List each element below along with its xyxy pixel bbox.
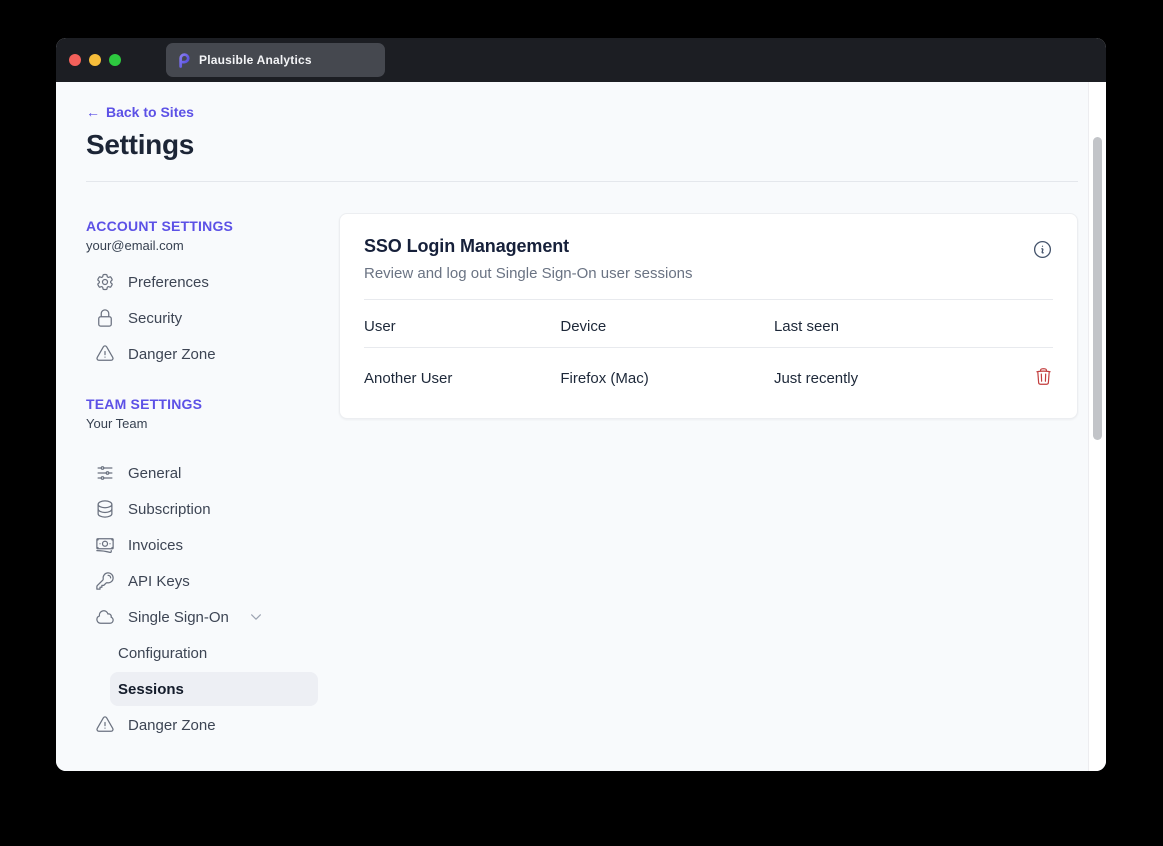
sso-login-management-panel: SSO Login Management Review and log out … (339, 213, 1078, 419)
back-arrow-icon: ← (86, 104, 100, 120)
account-email: your@email.com (86, 238, 318, 253)
column-header-actions (1013, 300, 1053, 348)
scrollbar-thumb[interactable] (1093, 137, 1102, 440)
lock-icon (95, 308, 115, 328)
session-user-cell: Another User (364, 348, 560, 393)
account-settings-heading: ACCOUNT SETTINGS (86, 218, 318, 234)
team-settings-nav: General Subscription (86, 455, 318, 743)
settings-page: ← Back to Sites Settings ACCOUNT SETTING… (56, 82, 1088, 771)
browser-window: Plausible Analytics ← Back to Sites Sett… (56, 38, 1106, 771)
session-last-seen-cell: Just recently (774, 348, 1013, 393)
table-header-row: User Device Last seen (364, 300, 1053, 348)
browser-titlebar: Plausible Analytics (56, 38, 1106, 82)
sidebar-item-danger-zone-team[interactable]: Danger Zone (86, 707, 318, 743)
delete-session-button[interactable] (1034, 367, 1053, 386)
sidebar-item-sso-sessions[interactable]: Sessions (110, 672, 318, 706)
sidebar-item-sso-configuration[interactable]: Configuration (110, 635, 318, 671)
sidebar-item-label: Invoices (128, 537, 183, 554)
warning-triangle-icon (95, 715, 115, 735)
sidebar-item-security[interactable]: Security (86, 300, 318, 336)
sidebar-item-label: Danger Zone (128, 717, 216, 734)
sidebar-item-invoices[interactable]: Invoices (86, 527, 318, 563)
back-link-label: Back to Sites (106, 104, 194, 120)
sidebar-item-general[interactable]: General (86, 455, 318, 491)
key-icon (95, 571, 115, 591)
sidebar-item-label: General (128, 465, 181, 482)
close-window-button[interactable] (69, 54, 81, 66)
panel-subtitle: Review and log out Single Sign-On user s… (364, 265, 693, 282)
panel-title: SSO Login Management (364, 236, 693, 257)
page-title: Settings (86, 129, 1078, 161)
banknotes-icon (95, 535, 115, 555)
sidebar-item-label: Single Sign-On (128, 609, 229, 626)
sidebar-item-label: Security (128, 310, 182, 327)
sidebar-item-label: Configuration (118, 645, 207, 662)
sidebar-item-label: Danger Zone (128, 346, 216, 363)
session-device-cell: Firefox (Mac) (560, 348, 774, 393)
sidebar-item-label: Sessions (118, 681, 184, 698)
tab-title: Plausible Analytics (199, 53, 312, 67)
team-name: Your Team (86, 416, 318, 431)
window-controls (69, 54, 121, 66)
sso-sessions-table: User Device Last seen Another User Firef… (364, 300, 1053, 392)
gear-icon (95, 272, 115, 292)
sidebar-item-label: Preferences (128, 274, 209, 291)
column-header-device: Device (560, 300, 774, 348)
zoom-window-button[interactable] (109, 54, 121, 66)
table-row: Another User Firefox (Mac) Just recently (364, 348, 1053, 393)
minimize-window-button[interactable] (89, 54, 101, 66)
info-button[interactable] (1032, 239, 1053, 260)
cloud-icon (95, 607, 115, 627)
sidebar-item-danger-zone-account[interactable]: Danger Zone (86, 336, 318, 372)
plausible-logo-icon (176, 53, 191, 68)
sidebar-item-single-sign-on[interactable]: Single Sign-On (86, 599, 318, 635)
browser-tab[interactable]: Plausible Analytics (166, 43, 385, 77)
circle-stack-icon (95, 499, 115, 519)
team-settings-heading: TEAM SETTINGS (86, 396, 318, 412)
back-to-sites-link[interactable]: ← Back to Sites (86, 104, 194, 120)
sidebar-item-api-keys[interactable]: API Keys (86, 563, 318, 599)
column-header-last-seen: Last seen (774, 300, 1013, 348)
sidebar-item-subscription[interactable]: Subscription (86, 491, 318, 527)
adjustments-icon (95, 463, 115, 483)
sidebar-item-label: API Keys (128, 573, 190, 590)
scrollbar-track[interactable] (1088, 82, 1106, 771)
sidebar-item-label: Subscription (128, 501, 211, 518)
info-icon (1032, 239, 1053, 260)
page-header: ← Back to Sites Settings (56, 82, 1088, 161)
column-header-user: User (364, 300, 560, 348)
settings-sidebar: ACCOUNT SETTINGS your@email.com Preferen… (86, 213, 318, 743)
account-settings-nav: Preferences Security (86, 264, 318, 372)
chevron-down-icon (249, 610, 263, 624)
trash-icon (1034, 367, 1053, 386)
sidebar-item-preferences[interactable]: Preferences (86, 264, 318, 300)
warning-triangle-icon (95, 344, 115, 364)
